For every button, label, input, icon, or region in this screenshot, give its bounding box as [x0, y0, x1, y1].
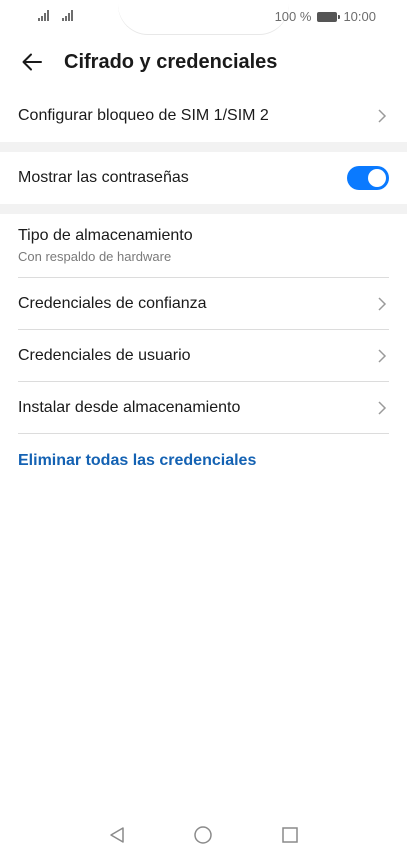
- back-button[interactable]: [10, 40, 54, 84]
- chevron-right-icon: [375, 400, 389, 415]
- nav-recents-button[interactable]: [279, 824, 301, 846]
- system-nav-bar: [0, 810, 407, 860]
- nav-back-button[interactable]: [106, 824, 128, 846]
- battery-icon: [317, 11, 341, 22]
- nav-back-icon: [110, 827, 124, 843]
- chevron-right-icon: [375, 348, 389, 363]
- status-bar: 100 % 10:00: [0, 0, 407, 36]
- clock: 10:00: [343, 9, 376, 24]
- sim-section: Configurar bloqueo de SIM 1/SIM 2: [0, 90, 407, 142]
- status-right: 100 % 10:00: [275, 9, 376, 24]
- clear-credentials-button[interactable]: Eliminar todas las credenciales: [18, 452, 256, 470]
- camera-notch: [118, 0, 289, 34]
- nav-recents-icon: [282, 827, 298, 843]
- trusted-credentials-item[interactable]: Credenciales de confianza: [18, 278, 389, 330]
- battery-percent: 100 %: [274, 9, 312, 24]
- user-credentials-item[interactable]: Credenciales de usuario: [18, 330, 389, 382]
- storage-section: Tipo de almacenamiento Con respaldo de h…: [0, 214, 407, 436]
- storage-type-item[interactable]: Tipo de almacenamiento Con respaldo de h…: [18, 214, 389, 278]
- app-header: Cifrado y credenciales: [0, 40, 407, 84]
- toggle-knob: [368, 169, 386, 187]
- signal-sim2-icon: [62, 9, 76, 21]
- signal-sim1-icon: [38, 9, 52, 21]
- storage-type-sub: Con respaldo de hardware: [18, 249, 172, 264]
- install-from-storage-label: Instalar desde almacenamiento: [18, 398, 241, 416]
- signal-indicators: [38, 9, 76, 21]
- show-passwords-label: Mostrar las contraseñas: [18, 169, 189, 186]
- sim-lock-label: Configurar bloqueo de SIM 1/SIM 2: [18, 107, 269, 124]
- nav-home-button[interactable]: [192, 824, 214, 846]
- page-title: Cifrado y credenciales: [64, 50, 278, 73]
- storage-type-text: Tipo de almacenamiento Con respaldo de h…: [18, 227, 193, 264]
- show-passwords-item[interactable]: Mostrar las contraseñas: [18, 152, 389, 204]
- trusted-credentials-label: Credenciales de confianza: [18, 294, 207, 312]
- user-credentials-label: Credenciales de usuario: [18, 346, 191, 364]
- install-from-storage-item[interactable]: Instalar desde almacenamiento: [18, 382, 389, 434]
- section-divider: [0, 142, 407, 152]
- section-divider: [0, 204, 407, 214]
- show-passwords-toggle[interactable]: [347, 166, 389, 190]
- sim-lock-item[interactable]: Configurar bloqueo de SIM 1/SIM 2: [18, 90, 389, 142]
- password-section: Mostrar las contraseñas: [0, 152, 407, 204]
- back-arrow-icon: [22, 53, 42, 71]
- nav-home-icon: [194, 826, 212, 844]
- chevron-right-icon: [375, 296, 389, 311]
- chevron-right-icon: [375, 109, 389, 123]
- storage-type-label: Tipo de almacenamiento: [18, 227, 193, 244]
